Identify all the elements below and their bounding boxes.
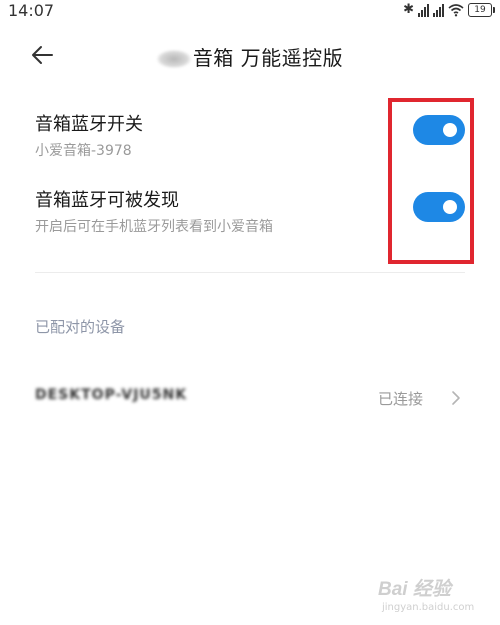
paired-devices-header: 已配对的设备	[35, 318, 126, 336]
bluetooth-icon: ✱	[403, 2, 414, 17]
status-bar: 14:07 ✱ 19	[0, 0, 500, 22]
watermark-logo: Bai 经验	[378, 579, 451, 600]
status-icons: ✱ 19	[403, 2, 495, 18]
watermark: Bai 经验 jingyan.baidu.com	[378, 574, 496, 622]
setting-title: 音箱蓝牙开关	[35, 114, 143, 135]
blurred-text	[156, 50, 191, 68]
paired-device-row[interactable]: DESKTOP-VJU5NK 已连接	[0, 378, 500, 418]
device-name: DESKTOP-VJU5NK	[35, 387, 188, 403]
setting-subtitle: 开启后可在手机蓝牙列表看到小爱音箱	[35, 219, 273, 235]
watermark-url: jingyan.baidu.com	[382, 602, 475, 613]
divider	[35, 272, 465, 273]
highlight-box	[388, 98, 474, 264]
setting-title: 音箱蓝牙可被发现	[35, 190, 179, 211]
signal-icon	[418, 3, 429, 17]
page-title: 音箱 万能遥控版	[0, 42, 500, 71]
device-status: 已连接	[378, 390, 424, 408]
battery-indicator: 19	[468, 3, 495, 17]
status-time: 14:07	[8, 1, 55, 20]
signal-icon-2	[433, 3, 444, 17]
chevron-right-icon	[452, 391, 460, 405]
page-title-text: 音箱 万能遥控版	[192, 46, 344, 70]
header: 音箱 万能遥控版	[0, 30, 500, 80]
wifi-icon	[448, 4, 464, 17]
screen: 14:07 ✱ 19 音箱 万能遥控版 音箱蓝牙开关 小爱音箱-3978 音箱蓝…	[0, 0, 500, 625]
setting-subtitle: 小爱音箱-3978	[35, 143, 132, 159]
